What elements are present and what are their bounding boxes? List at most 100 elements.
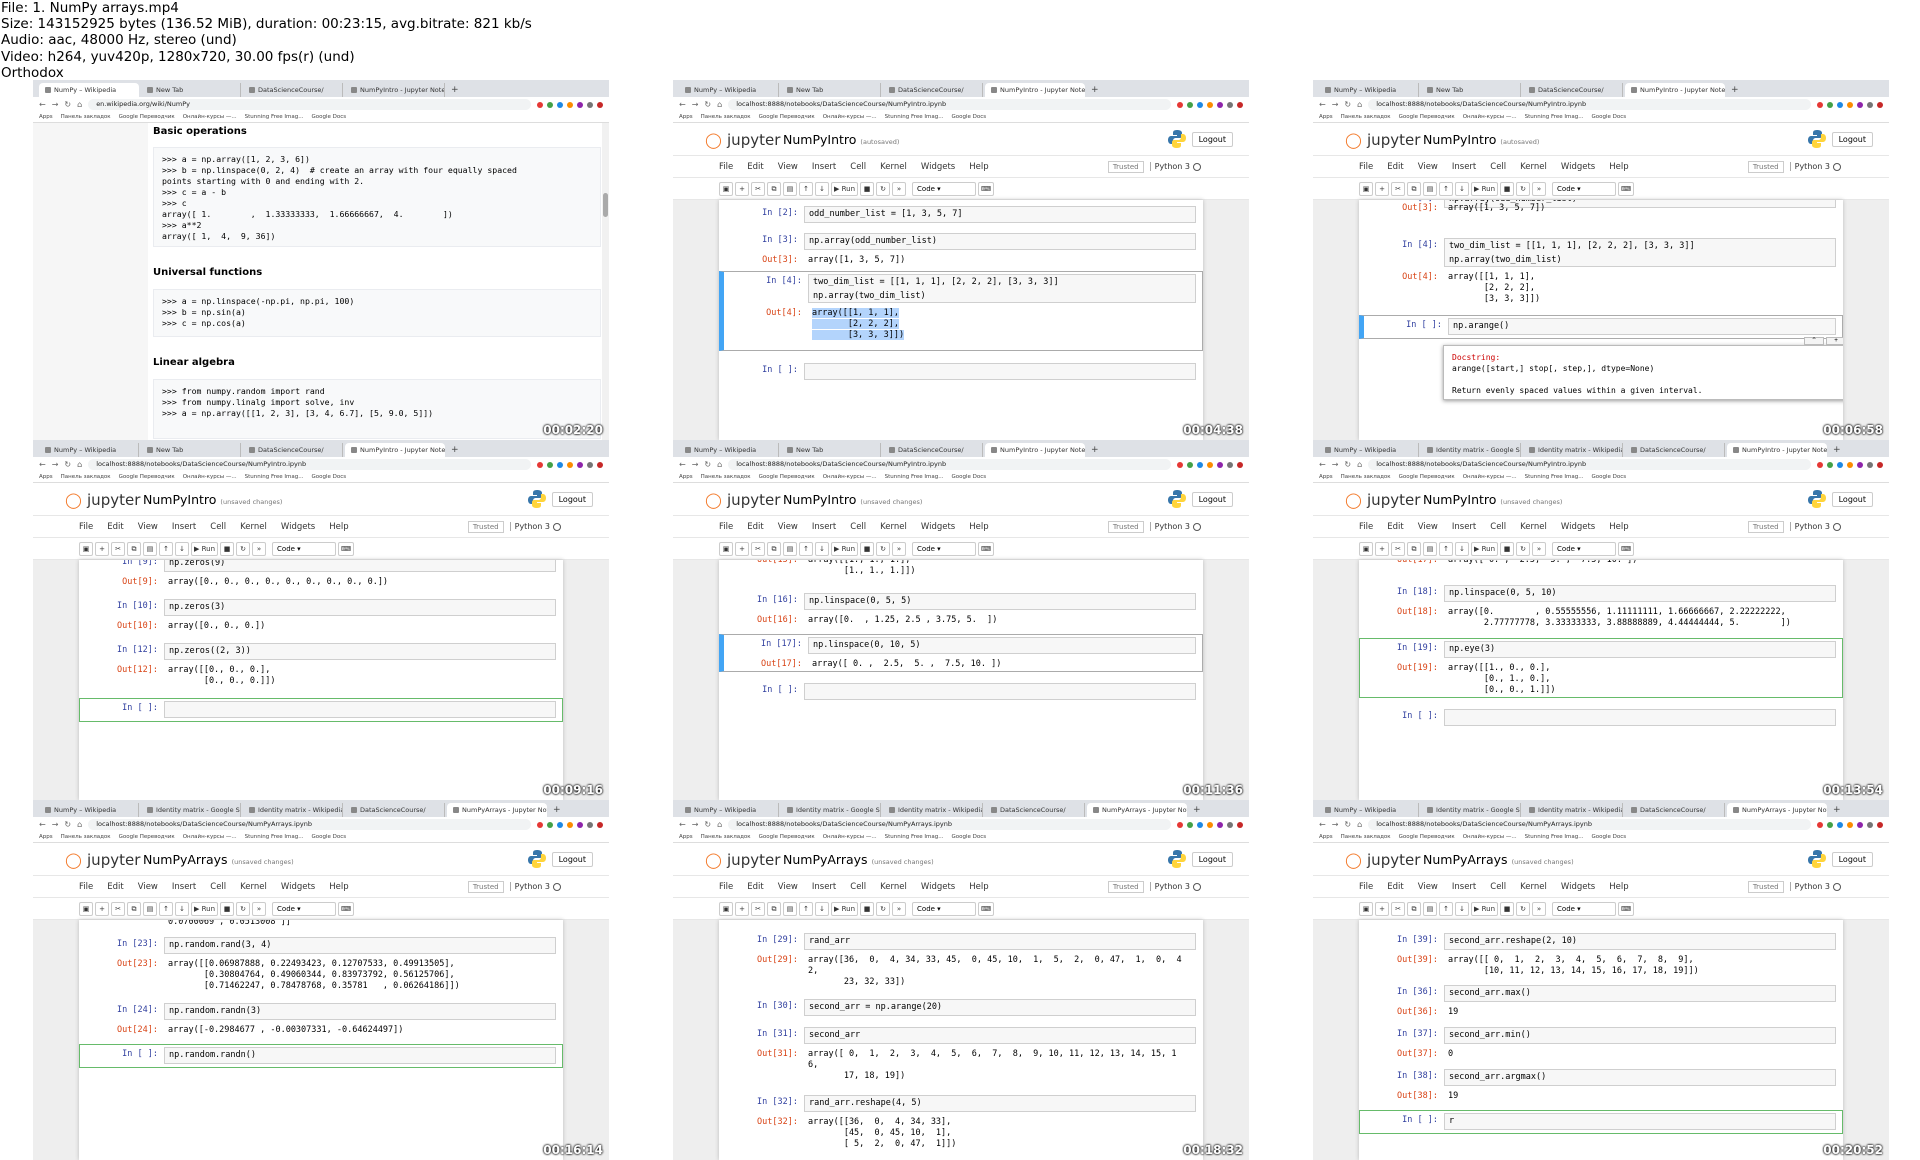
paste-icon[interactable]: ▤ [143,901,157,916]
move-up-icon[interactable]: ↑ [1439,541,1453,556]
notebook-cell[interactable]: In [30]: second_arr = np.arange(20) [719,996,1203,1018]
menu-item[interactable]: Widgets [921,162,955,172]
code-input[interactable]: second_arr.argmax() [1444,1069,1836,1086]
browser-tab[interactable]: NumPy – Wikipedia [1319,803,1419,817]
extension-icon[interactable] [1197,101,1203,108]
jupyter-logo[interactable]: ◯ jupyter [705,491,780,509]
bookmark-item[interactable]: Stunning Free Imag... [245,834,304,840]
bookmark-item[interactable]: Панель закладок [61,474,111,480]
code-input[interactable] [804,363,1196,380]
move-down-icon[interactable]: ↓ [815,901,829,916]
browser-tab[interactable]: NumPy – Wikipedia [39,83,139,97]
menu-item[interactable]: Insert [172,522,196,532]
paste-icon[interactable]: ▤ [1423,901,1437,916]
forward-arrow-icon[interactable]: → [52,460,59,469]
add-cell-icon[interactable]: + [1375,181,1389,196]
new-tab-plus-icon[interactable]: + [1727,83,1743,97]
extension-icon[interactable] [1197,461,1203,468]
move-down-icon[interactable]: ↓ [815,181,829,196]
run-button[interactable]: ▶ Run [831,901,859,916]
extension-icon[interactable] [1217,461,1223,468]
bookmark-item[interactable]: Онлайн-курсы —... [1463,474,1517,480]
url-input[interactable]: localhost:8888/notebooks/DataScienceCour… [728,459,1171,470]
notebook-cell[interactable]: In [39]: second_arr.reshape(2, 10) Out[39]… [1359,930,1843,976]
notebook-cell[interactable]: In [32]: rand_arr.reshape(4, 5) Out[32]: ar… [719,1092,1203,1152]
extension-icon[interactable] [1187,461,1193,468]
bookmark-item[interactable]: Онлайн-курсы —... [823,114,877,120]
menu-item[interactable]: Help [1609,522,1628,532]
menu-item[interactable]: File [719,522,733,532]
new-tab-plus-icon[interactable]: + [1087,83,1103,97]
notebook-cell[interactable]: In [9]: np.zeros(9) Out[9]: array([0., 0., … [79,560,563,588]
menu-item[interactable]: Insert [1452,522,1476,532]
copy-icon[interactable]: ⧉ [127,901,141,916]
extension-icon[interactable] [537,821,543,828]
bookmark-item[interactable]: Apps [679,834,693,840]
bookmark-item[interactable]: Онлайн-курсы —... [823,834,877,840]
notebook-cell[interactable]: In [2]: odd_number_list = [1, 3, 5, 7] [719,203,1203,225]
extension-icon[interactable] [1237,101,1243,108]
extension-icon[interactable] [1857,101,1863,108]
extension-icon[interactable] [557,101,563,108]
browser-tab[interactable]: NumPyArrays - Jupyter Noteb... [1087,803,1187,817]
home-icon[interactable]: ⌂ [1357,820,1362,829]
bookmark-item[interactable]: Google Docs [951,834,986,840]
notebook-title[interactable]: NumPyIntro (unsaved changes) [783,492,922,507]
new-tab-plus-icon[interactable]: + [1829,803,1845,817]
code-input[interactable]: np.random.randn() [164,1047,556,1064]
copy-icon[interactable]: ⧉ [1407,181,1421,196]
code-input[interactable] [804,683,1196,700]
logout-button[interactable]: Logout [551,492,593,507]
run-button[interactable]: ▶ Run [831,541,859,556]
code-input[interactable]: np.linspace(0, 10, 5) [808,637,1196,654]
menu-item[interactable]: Widgets [281,522,315,532]
code-input[interactable]: np.random.rand(3, 4) [164,937,556,954]
reload-icon[interactable]: ↻ [64,460,71,469]
home-icon[interactable]: ⌂ [1357,460,1362,469]
move-down-icon[interactable]: ↓ [175,901,189,916]
bookmark-item[interactable]: Google Переводчик [1399,114,1455,120]
keyboard-icon[interactable]: ⌨ [338,901,355,916]
browser-tab[interactable]: DataScienceCourse/ [985,803,1085,817]
home-icon[interactable]: ⌂ [717,820,722,829]
notebook-cell[interactable]: In [ ]: [719,680,1203,702]
cell-type-select[interactable]: Code ▾ [912,901,977,916]
menu-item[interactable]: File [1359,162,1373,172]
menu-item[interactable]: Edit [107,882,123,892]
menu-item[interactable]: Kernel [1520,882,1547,892]
notebook-title[interactable]: NumPyIntro (unsaved changes) [143,492,282,507]
extension-icon[interactable] [587,101,593,108]
stop-icon[interactable]: ■ [220,901,235,916]
bookmark-item[interactable]: Google Переводчик [119,114,175,120]
notebook-cell[interactable]: In [12]: np.zeros((2, 3)) Out[12]: array([[… [79,640,563,688]
move-up-icon[interactable]: ↑ [799,541,813,556]
fast-forward-icon[interactable]: » [1532,901,1547,916]
extension-icon[interactable] [547,101,553,108]
menu-item[interactable]: Cell [850,522,866,532]
url-input[interactable]: en.wikipedia.org/wiki/NumPy [88,99,531,110]
menu-item[interactable]: File [719,882,733,892]
extension-icon[interactable] [1187,821,1193,828]
bookmark-item[interactable]: Apps [679,114,693,120]
notebook-cell[interactable]: In [16]: np.linspace(0, 5, 5) Out[16]: arra… [719,590,1203,626]
bookmark-item[interactable]: Онлайн-курсы —... [1463,114,1517,120]
logout-button[interactable]: Logout [1831,132,1873,147]
cell-type-select[interactable]: Code ▾ [1552,181,1617,196]
move-up-icon[interactable]: ↑ [159,901,173,916]
notebook-cell[interactable]: In [23]: np.random.rand(3, 4) Out[23]: arra… [79,934,563,992]
notebook-cell[interactable]: In [38]: second_arr.argmax() Out[38]: 19 [1359,1066,1843,1102]
extension-icon[interactable] [1227,101,1233,108]
extension-icon[interactable] [1847,461,1853,468]
forward-arrow-icon[interactable]: → [52,100,59,109]
restart-icon[interactable]: ↻ [236,901,251,916]
save-icon[interactable]: ▣ [719,541,733,556]
code-input[interactable]: two_dim_list = [[1, 1, 1], [2, 2, 2], [3… [1444,238,1836,267]
bookmark-item[interactable]: Google Docs [311,474,346,480]
move-up-icon[interactable]: ↑ [1439,181,1453,196]
menu-item[interactable]: View [138,522,158,532]
code-input[interactable]: second_arr.min() [1444,1027,1836,1044]
notebook-cell[interactable]: In [ ]: np.arange() [1359,315,1843,339]
browser-tab[interactable]: NumPy – Wikipedia [679,443,779,457]
bookmark-item[interactable]: Stunning Free Imag... [885,114,944,120]
extension-icon[interactable] [1177,461,1183,468]
